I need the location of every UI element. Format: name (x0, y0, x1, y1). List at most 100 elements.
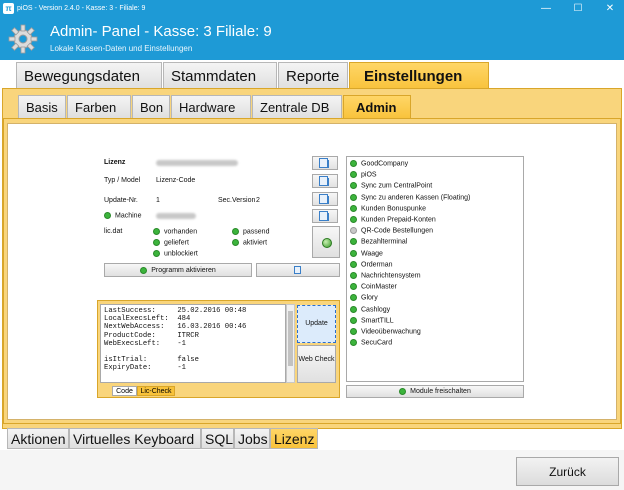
copy-icon (319, 158, 329, 168)
unlock-modules-button[interactable]: Module freischalten (346, 385, 524, 398)
module-item[interactable]: Kunden Bonuspunke (350, 204, 426, 212)
module-item[interactable]: SmartTILL (350, 316, 394, 324)
status-dot-icon (104, 212, 111, 219)
module-item[interactable]: Kunden Prepaid-Konten (350, 216, 436, 223)
update-nr-value: 1 (156, 197, 160, 204)
copy-machine-button[interactable] (312, 209, 338, 223)
module-label: Waage (361, 249, 383, 257)
module-item[interactable]: CoinMaster (350, 283, 397, 291)
module-label: CoinMaster (361, 283, 397, 291)
tab-virtuelles-keyboard[interactable]: Virtuelles Keyboard (69, 428, 201, 449)
status-unblockiert: unblockiert (153, 250, 198, 257)
tab-reporte[interactable]: Reporte (278, 62, 348, 90)
code-line: ExpiryDate: -1 (104, 364, 186, 373)
module-label: Nachrichtensystem (361, 272, 421, 280)
status-aktiviert: aktiviert (232, 239, 267, 246)
copy-typ-button[interactable] (312, 174, 338, 188)
status-geliefert: geliefert (153, 239, 189, 246)
code-line: NextWebAccess: 16.03.2016 00:46 (104, 323, 247, 332)
status-orb-icon (322, 238, 332, 248)
typ-value: Lizenz-Code (156, 177, 196, 184)
status-dot-icon (350, 249, 357, 257)
tab-stammdaten[interactable]: Stammdaten (163, 62, 277, 90)
module-label: Bezahlterminal (361, 238, 408, 246)
back-button[interactable]: Zurück (516, 457, 619, 486)
code-line: WebExecsLeft: -1 (104, 339, 186, 348)
status-dot-icon (350, 160, 357, 167)
copy-icon (294, 266, 301, 274)
status-dot-icon (140, 266, 148, 274)
status-dot-icon (153, 228, 160, 235)
status-vorhanden: vorhanden (153, 228, 197, 235)
update-nr-label: Update-Nr. (104, 197, 138, 204)
module-item[interactable]: Glory (350, 294, 378, 302)
page-subtitle: Lokale Kassen-Daten und Einstellungen (50, 44, 193, 53)
scrollbar-thumb[interactable] (288, 311, 293, 366)
module-item[interactable]: Videoüberwachung (350, 328, 421, 335)
module-item[interactable]: Sync zum CentralPoint (350, 182, 432, 190)
module-item[interactable]: SecuCard (350, 339, 392, 347)
module-label: Kunden Prepaid-Konten (361, 216, 436, 224)
status-dot-icon (350, 204, 357, 212)
check-status-button[interactable] (312, 226, 340, 258)
module-label: Orderman (361, 261, 393, 269)
module-item[interactable]: piOS (350, 171, 377, 179)
module-item[interactable]: Waage (350, 249, 383, 257)
tab-admin[interactable]: Admin (343, 95, 411, 119)
module-item[interactable]: Sync zu anderen Kassen (Floating) (350, 193, 470, 201)
module-item[interactable]: Cashlogy (350, 305, 391, 313)
lizenz-label: Lizenz (104, 159, 126, 166)
status-dot-icon (350, 294, 357, 302)
tab-bon[interactable]: Bon (132, 95, 170, 119)
tab-lic-check[interactable]: Lic-Check (137, 386, 175, 396)
tab-zentrale-db[interactable]: Zentrale DB (252, 95, 342, 119)
tab-jobs[interactable]: Jobs (234, 428, 270, 449)
minimize-icon[interactable]: — (532, 0, 560, 18)
tab-bewegungsdaten[interactable]: Bewegungsdaten (16, 62, 162, 90)
code-line: LastSuccess: 25.02.2016 00:48 (104, 307, 247, 315)
tab-einstellungen[interactable]: Einstellungen (349, 62, 489, 90)
module-label: Cashlogy (361, 305, 391, 313)
machine-label: Machine (115, 212, 142, 220)
status-dot-icon (350, 272, 357, 279)
licdat-label: lic.dat (104, 228, 123, 235)
status-dot-icon (232, 228, 239, 235)
copy-icon (319, 211, 329, 221)
status-dot-icon (350, 316, 357, 324)
status-dot-icon (350, 193, 357, 201)
page-title: Admin- Panel - Kasse: 3 Filiale: 9 (50, 23, 272, 40)
status-dot-icon (350, 171, 357, 179)
tab-aktionen[interactable]: Aktionen (7, 428, 69, 449)
activate-program-button[interactable]: Programm aktivieren (104, 263, 252, 277)
module-item[interactable]: Bezahlterminal (350, 238, 408, 246)
module-label: Videoüberwachung (361, 328, 421, 336)
tab-basis[interactable]: Basis (18, 95, 66, 119)
module-label: piOS (361, 171, 377, 179)
module-item[interactable]: GoodCompany (350, 160, 408, 167)
status-dot-icon (350, 305, 357, 313)
web-check-button[interactable]: Web Check (297, 345, 336, 383)
code-line: LocalExecsLeft: 484 (104, 315, 191, 324)
secversion-value: 2 (256, 197, 260, 204)
module-item[interactable]: Orderman (350, 260, 393, 269)
tab-code[interactable]: Code (112, 386, 137, 396)
copy-update-button[interactable] (312, 192, 338, 206)
maximize-icon[interactable]: ☐ (564, 0, 592, 18)
close-icon[interactable]: ✕ (596, 0, 624, 18)
module-item[interactable]: Nachrichtensystem (350, 272, 421, 279)
status-dot-icon (153, 250, 160, 257)
copy-activation-button[interactable] (256, 263, 340, 277)
module-label: Glory (361, 294, 378, 302)
update-button[interactable]: Update (297, 305, 336, 343)
tab-sql[interactable]: SQL (201, 428, 234, 449)
status-dot-icon (350, 260, 357, 268)
code-scrollbar[interactable] (286, 304, 295, 383)
title-bar: π piOS - Version 2.4.0 - Kasse: 3 - Fili… (0, 0, 624, 18)
machine-row: Machine (104, 212, 141, 219)
module-item[interactable]: QR-Code Bestellungen (350, 227, 433, 235)
copy-lizenz-button[interactable] (312, 156, 338, 170)
tab-hardware[interactable]: Hardware (171, 95, 251, 119)
tab-farben[interactable]: Farben (67, 95, 131, 119)
tab-lizenz[interactable]: Lizenz (270, 428, 318, 449)
module-list[interactable]: GoodCompany piOS Sync zum CentralPoint Sync… (346, 156, 524, 382)
